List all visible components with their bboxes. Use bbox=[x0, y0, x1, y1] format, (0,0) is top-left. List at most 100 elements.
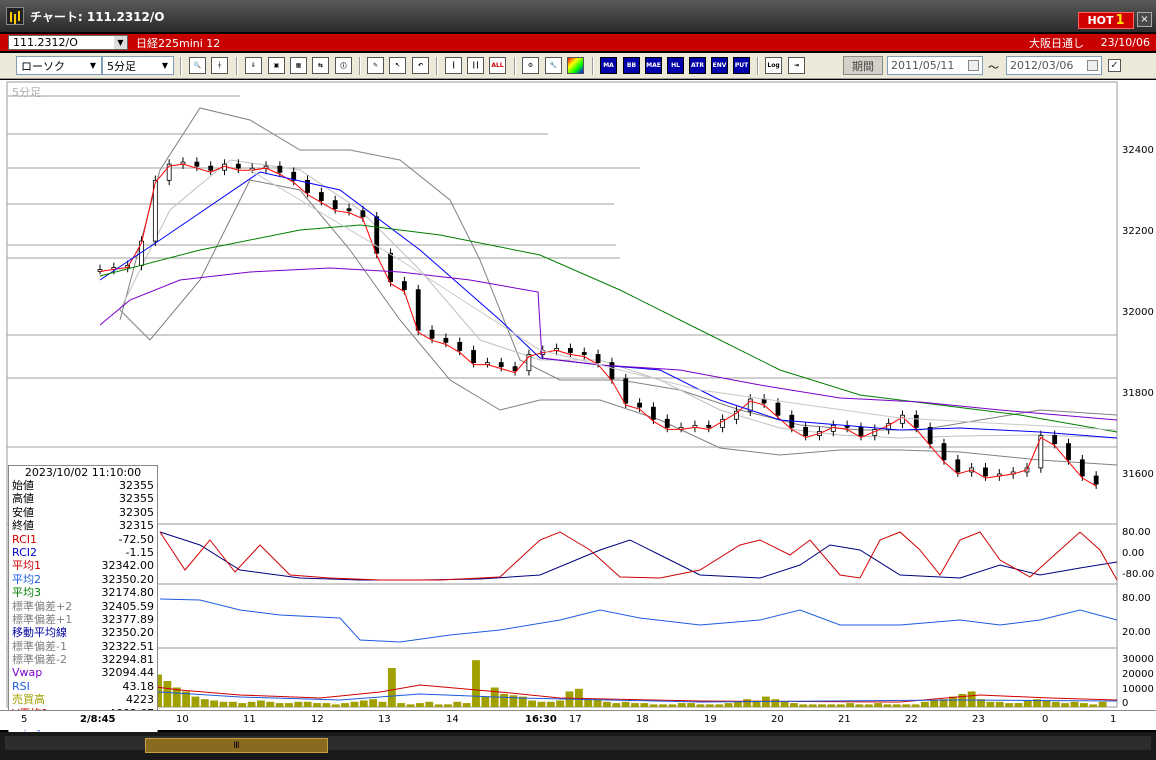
chart-outer-frame bbox=[6, 81, 1118, 708]
candle-body bbox=[332, 200, 338, 210]
volume-bar bbox=[453, 701, 462, 707]
compare-icon[interactable]: ⇆ bbox=[312, 57, 329, 74]
data-window-value: 32350.20 bbox=[101, 572, 155, 586]
hot-button[interactable]: HOT 1 bbox=[1078, 12, 1134, 29]
log-scale-button[interactable]: Log bbox=[765, 57, 782, 74]
volume-bar bbox=[350, 701, 359, 707]
volume-bar bbox=[649, 704, 658, 707]
volume-bar bbox=[556, 700, 565, 707]
candle-body bbox=[498, 362, 504, 368]
rci1-line bbox=[159, 531, 1118, 581]
candle-body bbox=[374, 216, 380, 254]
date-from-value: 2011/05/11 bbox=[891, 59, 955, 72]
scroll-thumb[interactable]: Ⅲ bbox=[145, 738, 328, 753]
chart-frame-icon[interactable]: ▦ bbox=[290, 57, 307, 74]
candle-body bbox=[651, 406, 656, 420]
volume-bar bbox=[163, 681, 172, 707]
data-window-value: 43.18 bbox=[122, 679, 155, 693]
candle-body bbox=[775, 402, 781, 416]
time-tick: 22 bbox=[905, 714, 918, 725]
data-window-value: -1.15 bbox=[125, 545, 154, 559]
volume-bar bbox=[818, 704, 826, 707]
volume-bar bbox=[219, 701, 228, 707]
volume-bar bbox=[593, 699, 602, 707]
chevron-down-icon[interactable]: ▼ bbox=[114, 36, 127, 49]
data-window-label: 平均1 bbox=[12, 559, 41, 573]
indicator-button-put[interactable]: PUT bbox=[733, 57, 750, 74]
candle-icon[interactable]: ┃ bbox=[445, 57, 462, 74]
date-to-value: 2012/03/06 bbox=[1010, 59, 1074, 72]
indicator-button-bb[interactable]: BB bbox=[623, 57, 640, 74]
chart-type-select[interactable]: ローソク ▼ bbox=[16, 56, 102, 75]
chart-scrollbar[interactable]: Ⅲ bbox=[0, 732, 1156, 760]
volume-bar bbox=[500, 694, 508, 707]
rci2-line bbox=[159, 531, 1118, 581]
candle-body bbox=[194, 161, 200, 167]
date-from-field[interactable]: 2011/05/11 bbox=[887, 56, 983, 75]
date-to-field[interactable]: 2012/03/06 bbox=[1006, 56, 1102, 75]
data-window-label: RCI1 bbox=[12, 532, 38, 546]
candle-body bbox=[927, 426, 933, 444]
volume-bar bbox=[322, 703, 331, 707]
indicator-button-ma[interactable]: MA bbox=[600, 57, 617, 74]
indicator-button-atr[interactable]: ATR bbox=[689, 57, 706, 74]
vwap-line bbox=[99, 267, 1118, 421]
candle-body bbox=[471, 350, 476, 364]
tool-icon[interactable]: 🔧 bbox=[545, 57, 562, 74]
instrument-name: 日経225mini 12 bbox=[136, 36, 221, 50]
data-window-datetime: 2023/10/02 11:10:00 bbox=[24, 466, 142, 479]
period-button[interactable]: 期間 bbox=[843, 56, 883, 75]
rsi-indicator bbox=[159, 598, 1118, 643]
candle-body bbox=[913, 414, 919, 428]
price-tick: 31600 bbox=[1122, 469, 1154, 480]
calendar-icon[interactable] bbox=[968, 60, 979, 71]
pencil-icon[interactable]: ✎ bbox=[367, 57, 384, 74]
time-axis: 5 2/8:45 10 11 12 13 14 16:30 17 18 19 2… bbox=[0, 710, 1156, 730]
export-icon[interactable]: ⇥ bbox=[788, 57, 805, 74]
volume-bar bbox=[387, 668, 396, 707]
volume-bar bbox=[397, 703, 406, 707]
indicator-button-env[interactable]: ENV bbox=[711, 57, 728, 74]
data-window-value: 32305 bbox=[119, 505, 154, 519]
data-window-row: 終値 32315 bbox=[9, 519, 157, 532]
all-button[interactable]: ALL bbox=[489, 57, 506, 74]
period-checkbox[interactable]: ✓ bbox=[1108, 59, 1121, 72]
data-window-value: 32294.81 bbox=[101, 653, 155, 667]
volume-bar bbox=[836, 704, 845, 707]
volume-bar bbox=[1089, 704, 1098, 707]
interval-select[interactable]: 5分足 ▼ bbox=[102, 56, 174, 75]
undo-icon[interactable]: ↶ bbox=[412, 57, 429, 74]
indicator-button-mae[interactable]: MAE bbox=[645, 57, 662, 74]
scroll-track[interactable]: Ⅲ bbox=[5, 736, 1151, 753]
candle-compare-icon[interactable]: ┃┃ bbox=[467, 57, 484, 74]
chart-area[interactable]: 5分足 32400 32200 32000 31800 31600 80.00 … bbox=[0, 80, 1156, 736]
settings-icon[interactable]: ⚙ bbox=[522, 57, 539, 74]
candle-body bbox=[941, 443, 947, 461]
calendar-icon[interactable] bbox=[1087, 60, 1098, 71]
pointer-icon[interactable]: ↖ bbox=[389, 57, 406, 74]
data-window-label: 始値 bbox=[12, 479, 34, 492]
volume-bar bbox=[892, 704, 901, 707]
scroll-down-icon[interactable]: ⇩ bbox=[245, 57, 262, 74]
volume-tick: 0 bbox=[1122, 698, 1129, 709]
volume-bar bbox=[462, 703, 471, 707]
indicator-button-hl[interactable]: HL bbox=[667, 57, 684, 74]
zoom-icon[interactable]: 🔍 bbox=[189, 57, 206, 74]
candle-body bbox=[1093, 475, 1099, 485]
data-window-label: Vwap bbox=[12, 666, 43, 680]
data-window-row: Vwap 32094.44 bbox=[9, 666, 157, 679]
data-window-row: 平均2 32350.20 bbox=[9, 573, 157, 586]
crosshair-icon[interactable]: ┼ bbox=[211, 57, 228, 74]
info-icon[interactable]: ⓘ bbox=[335, 57, 352, 74]
volume-bar bbox=[584, 699, 593, 707]
volume-bar bbox=[1023, 700, 1032, 707]
symbol-input[interactable]: 111.2312/O ▼ bbox=[8, 35, 128, 50]
close-icon[interactable]: × bbox=[1137, 12, 1152, 27]
time-tick: 23 bbox=[972, 714, 985, 725]
volume-bar bbox=[799, 704, 808, 707]
color-palette-icon[interactable] bbox=[567, 57, 584, 74]
time-tick: 16:30 bbox=[525, 714, 557, 725]
time-tick: 1 bbox=[1110, 714, 1117, 725]
rsi-tick: 80.00 bbox=[1122, 593, 1151, 604]
range-icon[interactable]: ▣ bbox=[268, 57, 285, 74]
